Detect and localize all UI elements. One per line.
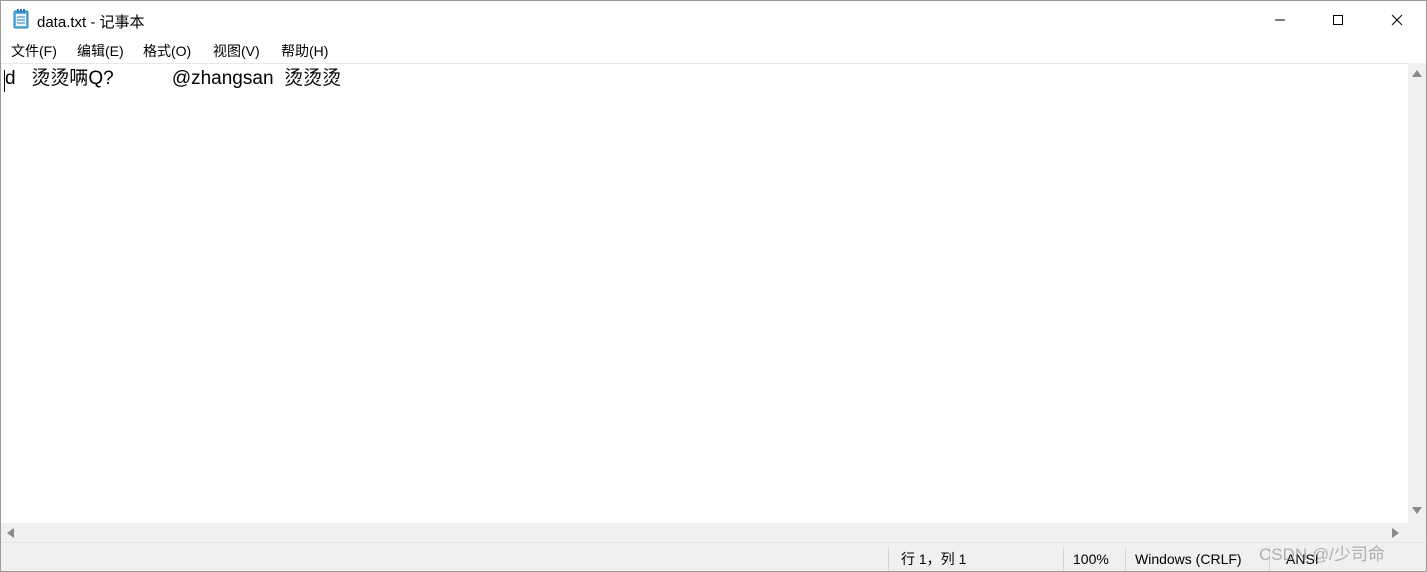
menu-bar: 文件(F) 编辑(E) 格式(O) 视图(V) 帮助(H) [1,39,1426,63]
maximize-icon [1332,14,1344,26]
menu-file[interactable]: 文件(F) [11,42,57,60]
line-ending: Windows (CRLF) [1135,551,1242,567]
status-divider [888,547,889,571]
scroll-up-icon[interactable] [1412,70,1422,77]
notepad-icon [13,9,29,29]
cursor-position: 行 1，列 1 [901,551,967,567]
status-divider [1063,547,1064,571]
menu-edit[interactable]: 编辑(E) [77,42,124,60]
minimize-icon [1274,14,1286,26]
menu-format[interactable]: 格式(O) [143,42,191,60]
scroll-right-icon[interactable] [1392,528,1399,538]
close-button[interactable] [1368,1,1426,39]
notepad-window: data.txt - 记事本 文件(F) 编辑(E) 格式(O) 视图(V) 帮… [0,0,1427,572]
status-bar: 行 1，列 1 100% Windows (CRLF) ANSI [1,542,1426,571]
menu-help[interactable]: 帮助(H) [281,42,328,60]
minimize-button[interactable] [1251,1,1309,39]
scroll-left-icon[interactable] [7,528,14,538]
window-title: data.txt - 记事本 [37,14,145,31]
vertical-scrollbar[interactable] [1408,63,1426,523]
scrollbar-corner [1408,523,1426,542]
close-icon [1391,14,1403,26]
title-bar[interactable]: data.txt - 记事本 [1,1,1426,39]
horizontal-scrollbar[interactable] [1,523,1408,542]
text-editor[interactable]: d 烫烫唡Q? @zhangsan 烫烫烫 [1,63,1408,524]
scroll-down-icon[interactable] [1412,507,1422,514]
zoom-level: 100% [1073,551,1109,567]
status-divider [1125,547,1126,571]
menu-view[interactable]: 视图(V) [213,42,260,60]
editor-text-line: d 烫烫唡Q? @zhangsan 烫烫烫 [5,68,342,89]
maximize-button[interactable] [1309,1,1367,39]
watermark: CSDN @/少司命 [1259,545,1385,564]
